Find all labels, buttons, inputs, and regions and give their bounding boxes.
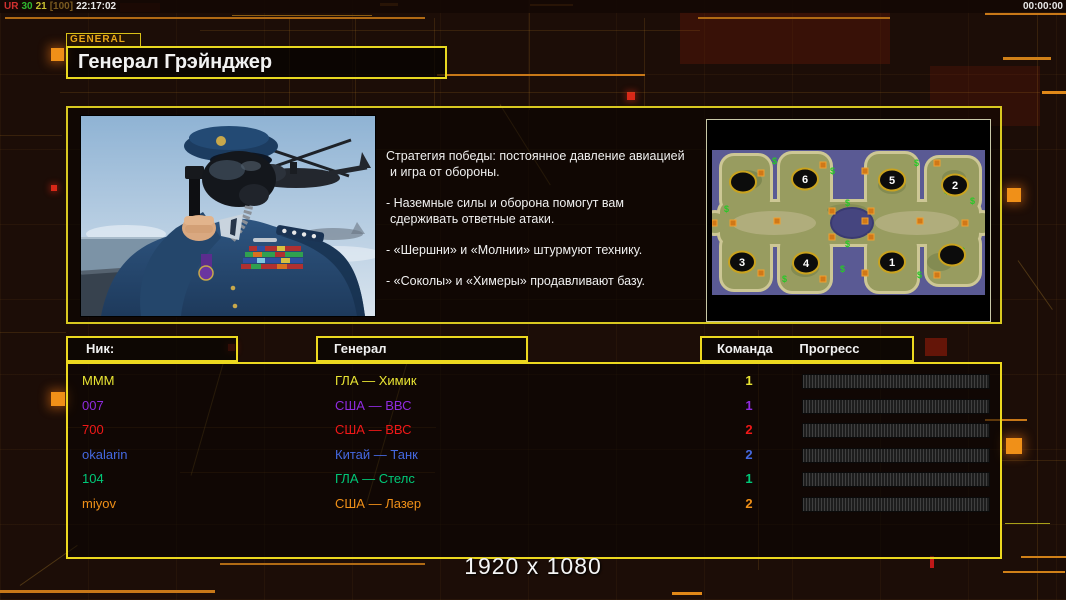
header-nick: Ник:	[66, 336, 238, 362]
general-info-panel: Стратегия победы: постоянное давление ав…	[66, 106, 1002, 324]
general-portrait	[80, 115, 381, 317]
loading-progress-bar	[802, 374, 990, 389]
decor-glow	[925, 338, 947, 356]
player-nick: miyov	[82, 495, 116, 511]
start-marker-3: 3	[739, 257, 745, 269]
decor-line	[0, 590, 215, 593]
player-nick: okalarin	[82, 446, 128, 462]
network-status: UR 30 21 [100] 22:17:02	[4, 1, 119, 12]
player-general: США — ВВС	[335, 422, 412, 437]
money-marker: $	[772, 156, 777, 166]
decor-square	[1006, 438, 1022, 454]
strategy-text: Стратегия победы: постоянное давление ав…	[386, 148, 701, 304]
header-team-progress: Команда Прогресс	[700, 336, 914, 362]
loading-progress-bar	[802, 472, 990, 487]
start-marker-5: 5	[889, 175, 895, 187]
general-portrait-image	[80, 116, 381, 316]
decor-glow	[680, 12, 890, 64]
medal-icon	[198, 254, 214, 281]
loading-progress-bar	[802, 447, 990, 463]
money-marker: $	[970, 196, 975, 206]
strategy-paragraph: - «Соколы» и «Химеры» продавливают базу.	[386, 274, 645, 288]
player-row: okalarin Китай — Танк 2	[68, 442, 1000, 467]
start-marker-2: 2	[952, 180, 958, 192]
start-marker-1: 1	[889, 257, 895, 269]
decor-gridline	[1000, 460, 1066, 461]
decor-square	[627, 92, 635, 100]
decor-line	[672, 592, 702, 595]
player-row: 007 США — ВВС 1	[68, 393, 1000, 418]
player-team: 2	[745, 422, 753, 437]
player-row: 700 США — ВВС 2	[68, 417, 1000, 442]
decor-gridline	[0, 135, 62, 136]
money-marker: $	[830, 166, 835, 176]
player-row: MMM ГЛА — Химик 1	[68, 368, 1000, 393]
status-clock: 22:17:02	[76, 1, 117, 12]
status-val2: 21	[35, 1, 47, 12]
general-tab: GENERAL	[66, 33, 141, 47]
decor-line	[1005, 523, 1050, 524]
decor-line	[698, 17, 890, 19]
player-nick: 104	[82, 471, 104, 486]
money-marker: $	[914, 158, 919, 168]
player-general: США — ВВС	[335, 397, 412, 413]
player-general: ГЛА — Химик	[335, 373, 417, 388]
decor-gridline	[529, 0, 530, 110]
money-marker: $	[782, 274, 787, 284]
decor-square	[51, 392, 65, 406]
status-bracket: [100]	[49, 1, 74, 12]
game-timer: 00:00:00	[1022, 1, 1063, 12]
player-nick: MMM	[82, 373, 115, 388]
header-progress: Прогресс	[799, 341, 860, 356]
decor-gridline	[200, 30, 700, 31]
player-row: 104 ГЛА — Стелс 1	[68, 466, 1000, 491]
decor-diagonal	[1017, 260, 1053, 310]
loading-progress-bar	[802, 423, 990, 438]
decor-line	[1003, 57, 1051, 60]
player-team: 1	[745, 373, 753, 388]
decor-square	[51, 185, 57, 191]
money-marker: $	[724, 204, 729, 214]
money-marker: $	[840, 264, 845, 274]
decor-gridline	[60, 92, 1040, 93]
money-marker: $	[845, 239, 850, 249]
decor-square	[51, 48, 64, 61]
player-team: 2	[745, 446, 753, 462]
strategy-paragraph: - Наземные силы и оборона помогут вам сд…	[386, 196, 624, 226]
player-general: ГЛА — Стелс	[335, 471, 415, 486]
general-title: Генерал Грэйнджер	[66, 46, 447, 79]
status-tag: UR	[4, 1, 19, 12]
start-marker-6: 6	[802, 174, 808, 186]
player-general: Китай — Танк	[335, 446, 418, 462]
player-table: MMM ГЛА — Химик 1 007 США — ВВС 1 700 СШ…	[66, 362, 1002, 559]
player-nick: 007	[82, 397, 104, 413]
decor-gridline	[0, 332, 66, 333]
strategy-paragraph: - «Шершни» и «Молнии» штурмуют технику.	[386, 243, 643, 257]
header-general: Генерал	[316, 336, 528, 362]
decor-gridline	[1037, 0, 1038, 600]
player-row: miyov США — Лазер 2	[68, 491, 1000, 516]
loading-progress-bar	[802, 496, 990, 512]
resolution-label: 1920 x 1080	[464, 553, 602, 579]
player-nick: 700	[82, 422, 104, 437]
map-thumbnail: $ $ $ $ $ $ $ $ $ $ $	[712, 150, 985, 295]
start-marker-4: 4	[803, 258, 810, 270]
money-marker: $	[917, 270, 922, 280]
map-preview: $ $ $ $ $ $ $ $ $ $ $	[706, 119, 991, 322]
loading-progress-bar	[802, 398, 990, 414]
decor-line	[437, 74, 645, 76]
money-marker: $	[845, 198, 850, 208]
status-val1: 30	[21, 1, 33, 12]
decor-line	[232, 15, 372, 16]
top-status-bar: UR 30 21 [100] 22:17:02 00:00:00	[0, 0, 1066, 13]
decor-line	[1042, 91, 1066, 94]
player-general: США — Лазер	[335, 495, 422, 511]
strategy-paragraph: Стратегия победы: постоянное давление ав…	[386, 149, 685, 179]
header-team: Команда	[717, 341, 773, 356]
player-team: 1	[745, 397, 753, 413]
player-team: 1	[745, 471, 753, 486]
player-team: 2	[745, 495, 753, 511]
decor-line	[5, 17, 425, 19]
decor-square	[1007, 188, 1021, 202]
